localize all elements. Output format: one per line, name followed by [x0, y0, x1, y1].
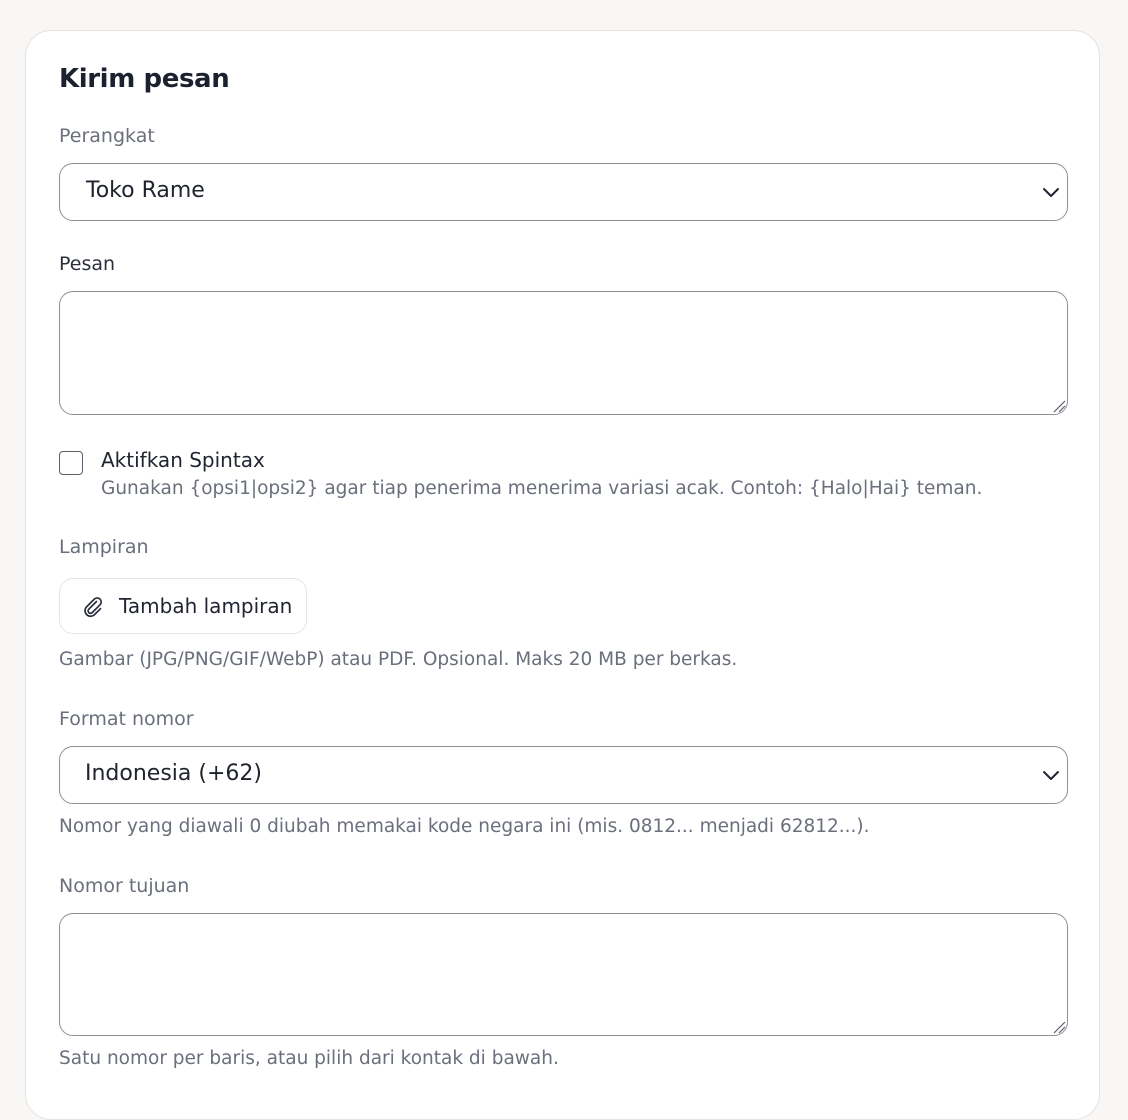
number-format-help: Nomor yang diawali 0 diubah memakai kode…: [59, 816, 870, 837]
add-attachment-button[interactable]: Tambah lampiran: [59, 578, 307, 634]
chevron-down-icon: [1043, 771, 1059, 780]
resize-handle-icon[interactable]: [1050, 1018, 1066, 1034]
spintax-checkbox[interactable]: [59, 451, 83, 475]
page-title: Kirim pesan: [59, 64, 230, 94]
add-attachment-label: Tambah lampiran: [119, 594, 293, 618]
spintax-label[interactable]: Aktifkan Spintax: [101, 448, 265, 472]
chevron-down-icon: [1043, 188, 1059, 197]
number-format-select-value: Indonesia (+62): [85, 761, 262, 786]
spintax-help: Gunakan {opsi1|opsi2} agar tiap penerima…: [101, 478, 983, 499]
device-select[interactable]: Toko Rame: [59, 163, 1068, 221]
recipients-help: Satu nomor per baris, atau pilih dari ko…: [59, 1048, 559, 1069]
send-message-card: Kirim pesan Perangkat Toko Rame Pesan Ak…: [25, 30, 1100, 1120]
resize-handle-icon[interactable]: [1050, 397, 1066, 413]
number-format-label: Format nomor: [59, 708, 194, 730]
recipients-label: Nomor tujuan: [59, 875, 190, 897]
number-format-select[interactable]: Indonesia (+62): [59, 746, 1068, 804]
recipients-textarea[interactable]: [59, 913, 1068, 1036]
attachments-help: Gambar (JPG/PNG/GIF/WebP) atau PDF. Opsi…: [59, 649, 738, 670]
device-label: Perangkat: [59, 125, 155, 147]
device-select-value: Toko Rame: [86, 178, 205, 203]
paperclip-icon: [84, 597, 103, 618]
message-textarea[interactable]: [59, 291, 1068, 415]
message-label: Pesan: [59, 253, 116, 275]
attachments-label: Lampiran: [59, 536, 149, 558]
